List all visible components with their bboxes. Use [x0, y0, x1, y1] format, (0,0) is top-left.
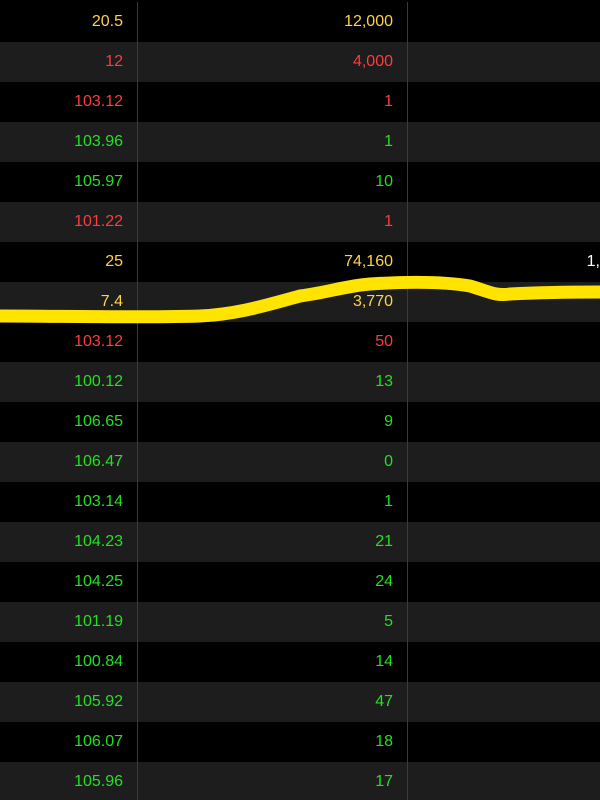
table-row[interactable]: 20.5 12,000 [0, 2, 600, 42]
quantity-cell: 14 [138, 642, 408, 682]
quantity-cell: 4,000 [138, 42, 408, 82]
extra-cell [408, 522, 600, 562]
price-cell: 103.14 [0, 482, 138, 522]
extra-cell [408, 762, 600, 800]
extra-cell [408, 42, 600, 82]
price-cell: 106.65 [0, 402, 138, 442]
table-row[interactable]: 25 74,160 1, [0, 242, 600, 282]
price-cell: 105.97 [0, 162, 138, 202]
extra-cell [408, 602, 600, 642]
table-row[interactable]: 105.92 47 [0, 682, 600, 722]
table-row[interactable]: 101.22 1 [0, 202, 600, 242]
price-cell: 7.4 [0, 282, 138, 322]
price-cell: 106.07 [0, 722, 138, 762]
price-cell: 106.47 [0, 442, 138, 482]
table-row[interactable]: 101.19 5 [0, 602, 600, 642]
quantity-cell: 1 [138, 82, 408, 122]
table-row[interactable]: 106.07 18 [0, 722, 600, 762]
extra-cell [408, 322, 600, 362]
quantity-cell: 1 [138, 122, 408, 162]
extra-cell [408, 122, 600, 162]
price-cell: 105.96 [0, 762, 138, 800]
table-row[interactable]: 104.23 21 [0, 522, 600, 562]
table-row[interactable]: 105.96 17 [0, 762, 600, 800]
table-row[interactable]: 106.65 9 [0, 402, 600, 442]
table-row[interactable]: 104.25 24 [0, 562, 600, 602]
quantity-cell: 24 [138, 562, 408, 602]
table-row[interactable]: 100.12 13 [0, 362, 600, 402]
extra-cell [408, 82, 600, 122]
quantity-cell: 18 [138, 722, 408, 762]
extra-cell [408, 722, 600, 762]
quantity-cell: 50 [138, 322, 408, 362]
extra-cell [408, 402, 600, 442]
price-cell: 20.5 [0, 2, 138, 42]
quantity-cell: 9 [138, 402, 408, 442]
price-cell: 103.96 [0, 122, 138, 162]
extra-cell [408, 162, 600, 202]
price-cell: 100.84 [0, 642, 138, 682]
table-row[interactable]: 100.84 14 [0, 642, 600, 682]
price-cell: 100.12 [0, 362, 138, 402]
quantity-cell: 47 [138, 682, 408, 722]
extra-cell [408, 442, 600, 482]
quantity-cell: 13 [138, 362, 408, 402]
quantity-cell: 1 [138, 202, 408, 242]
quantity-cell: 0 [138, 442, 408, 482]
extra-cell [408, 482, 600, 522]
quantity-cell: 3,770 [138, 282, 408, 322]
extra-cell [408, 362, 600, 402]
table-row[interactable]: 7.4 3,770 [0, 282, 600, 322]
quantity-cell: 12,000 [138, 2, 408, 42]
extra-cell: 1, [586, 253, 600, 270]
quantity-cell: 17 [138, 762, 408, 800]
price-cell: 105.92 [0, 682, 138, 722]
table-row[interactable]: 103.96 1 [0, 122, 600, 162]
trade-table: 20.5 12,000 12 4,000 103.12 1 103.96 1 105.97 10 1… [0, 0, 600, 800]
table-row[interactable]: 106.47 0 [0, 442, 600, 482]
extra-cell [408, 642, 600, 682]
table-row[interactable]: 103.14 1 [0, 482, 600, 522]
table-row[interactable]: 105.97 10 [0, 162, 600, 202]
quantity-cell: 5 [138, 602, 408, 642]
price-cell: 12 [0, 42, 138, 82]
price-cell: 103.12 [0, 322, 138, 362]
table-row[interactable]: 103.12 50 [0, 322, 600, 362]
extra-cell [408, 682, 600, 722]
extra-cell [408, 562, 600, 602]
price-cell: 104.23 [0, 522, 138, 562]
quantity-cell: 74,160 [138, 242, 408, 282]
price-cell: 103.12 [0, 82, 138, 122]
price-cell: 101.22 [0, 202, 138, 242]
extra-cell [408, 282, 600, 322]
quantity-cell: 10 [138, 162, 408, 202]
quantity-cell: 1 [138, 482, 408, 522]
price-cell: 101.19 [0, 602, 138, 642]
price-cell: 104.25 [0, 562, 138, 602]
table-row[interactable]: 12 4,000 [0, 42, 600, 82]
quantity-cell: 21 [138, 522, 408, 562]
extra-cell [408, 202, 600, 242]
price-cell: 25 [0, 242, 138, 282]
table-row[interactable]: 103.12 1 [0, 82, 600, 122]
extra-cell [408, 2, 600, 42]
